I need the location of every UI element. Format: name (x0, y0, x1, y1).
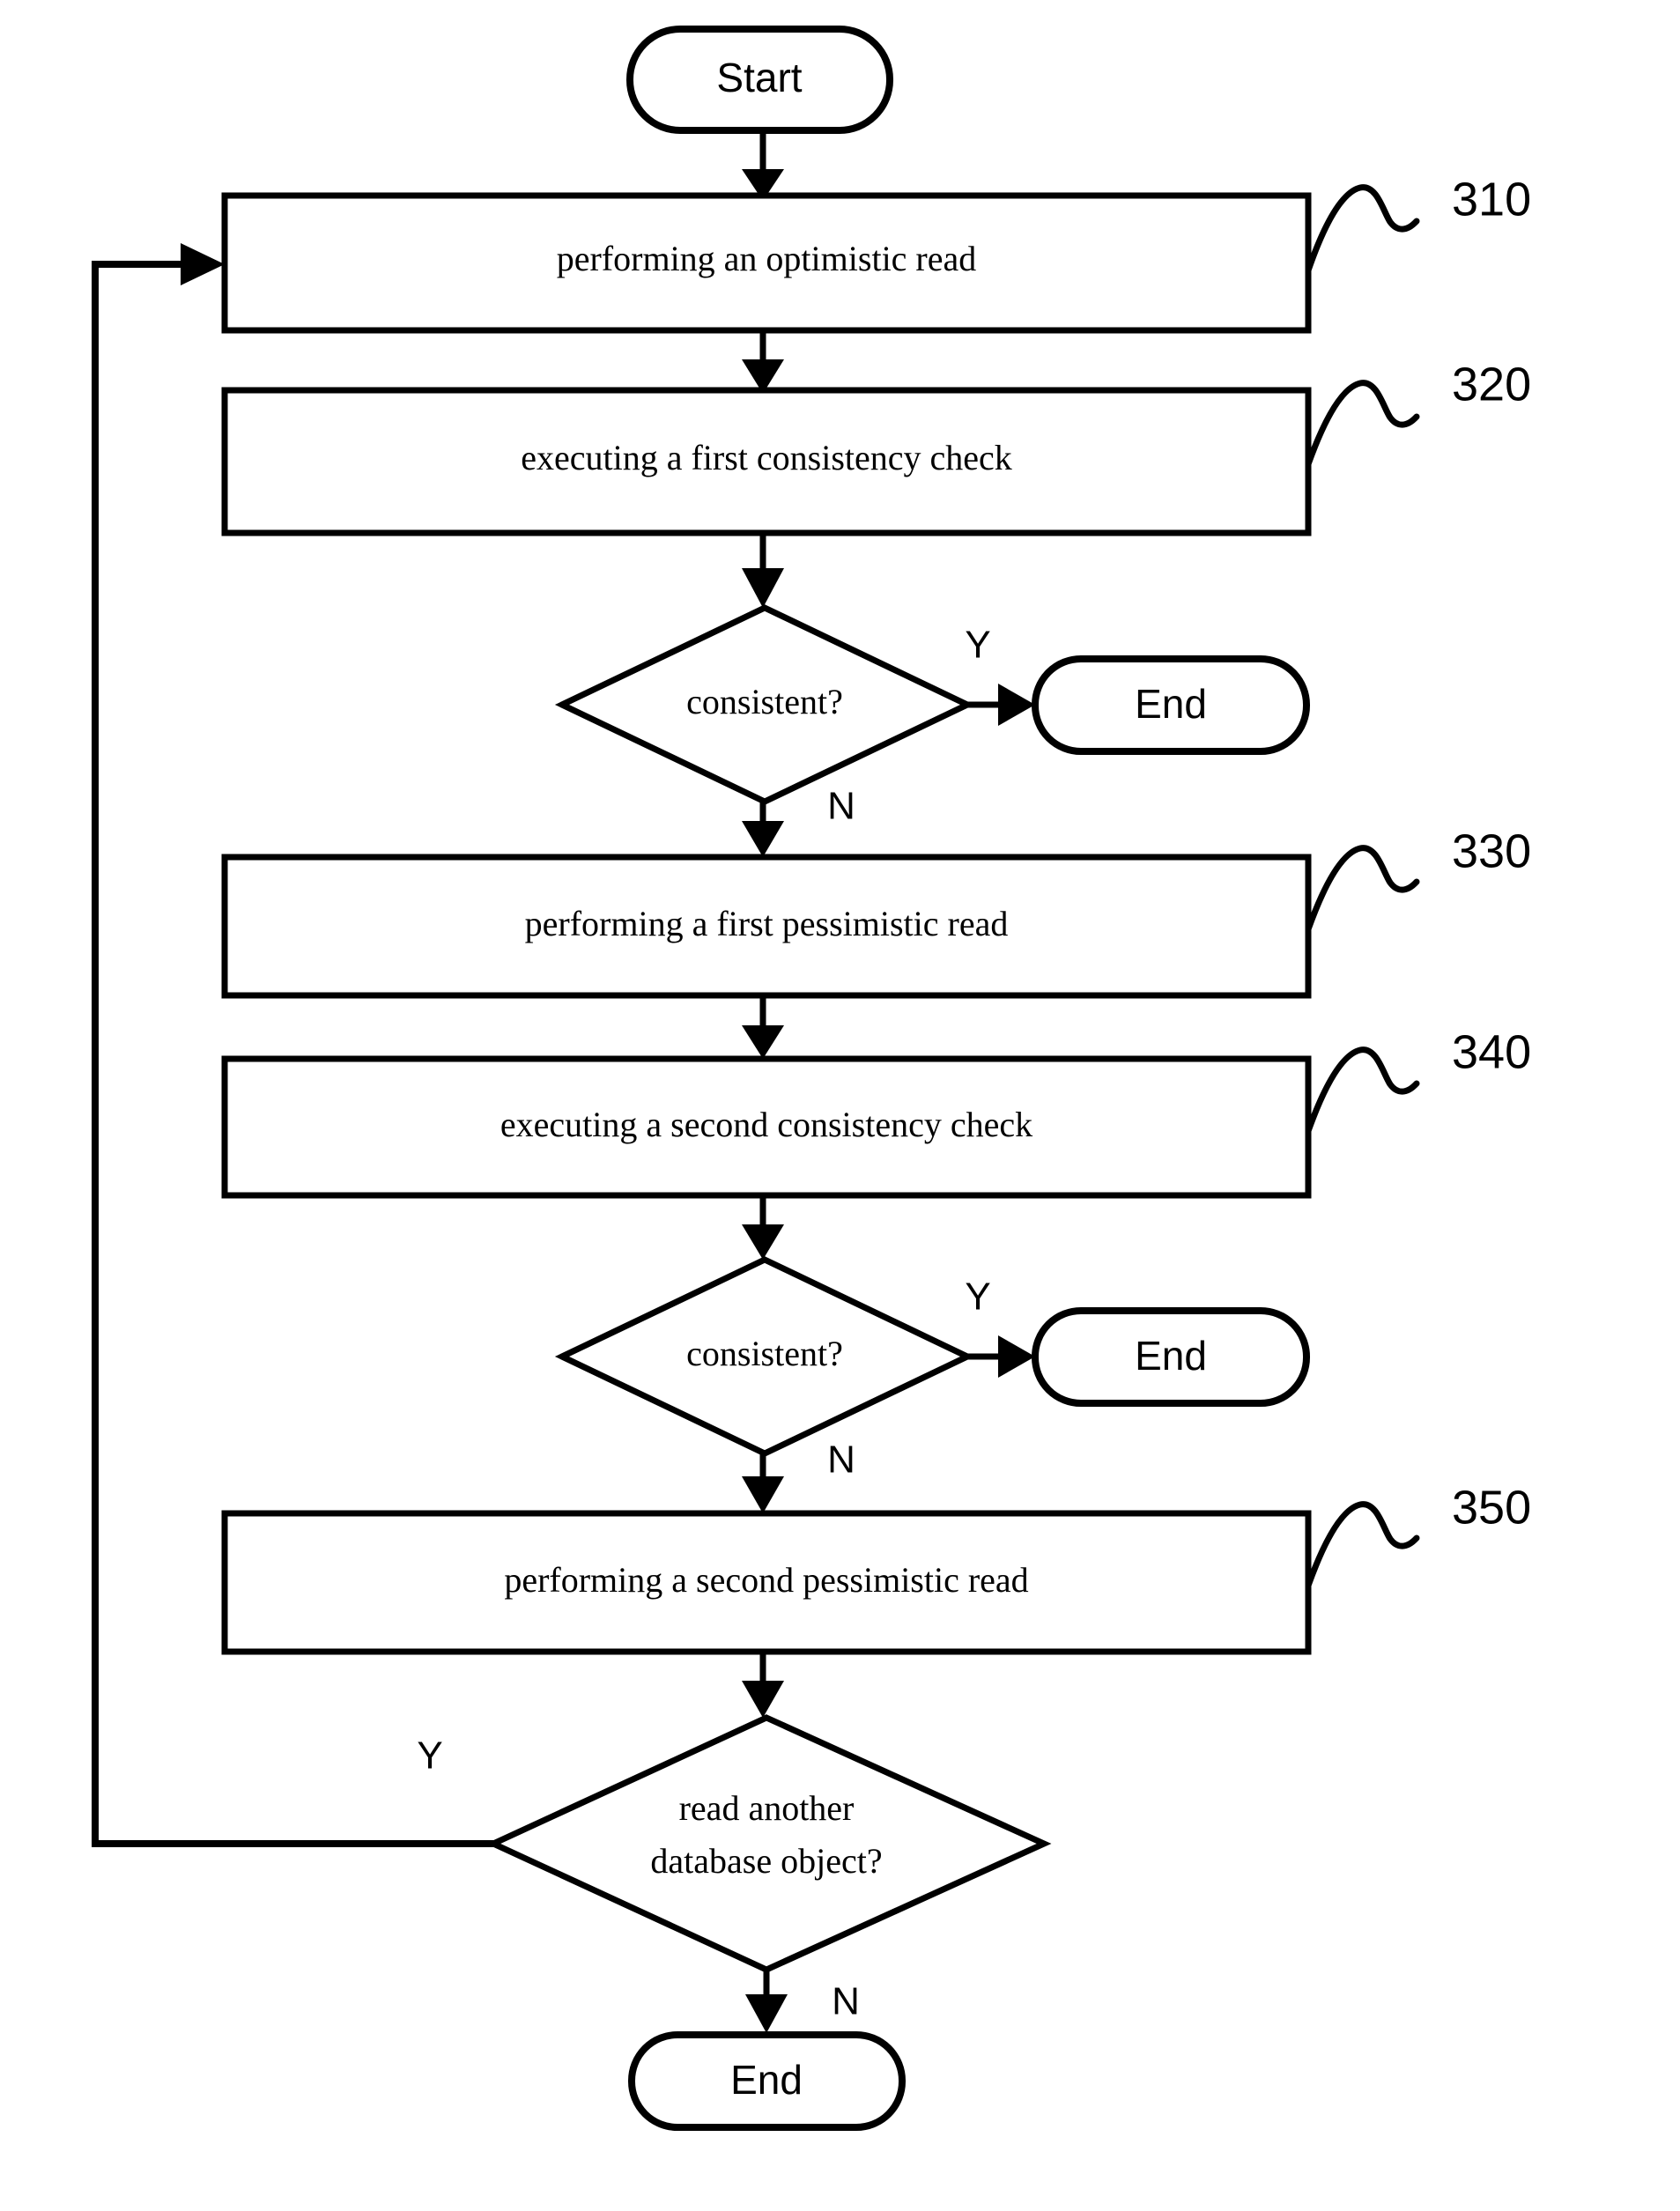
leader-squiggle-icon (1305, 845, 1420, 933)
node-step340: executing a second consistency check (221, 1055, 1312, 1199)
leader-squiggle-icon (1305, 184, 1420, 274)
decision2-label: consistent? (686, 1334, 843, 1373)
ref-callout-330: 330 (1305, 825, 1531, 933)
node-decision1: consistent? (554, 604, 975, 805)
start-label: Start (716, 55, 802, 100)
ref-callout-350: 350 (1305, 1481, 1531, 1589)
connector-330-to-340 (742, 995, 784, 1059)
node-step320: executing a first consistency check (221, 387, 1312, 536)
step350-label: performing a second pessimistic read (504, 1560, 1028, 1600)
flowchart-figure: Start performing an optimistic read 310 … (0, 0, 1680, 2211)
step310-label: performing an optimistic read (557, 239, 977, 278)
arrow-head-icon (745, 1994, 788, 2033)
arrow-head-icon (181, 243, 225, 285)
arrow-head-icon (998, 1335, 1035, 1378)
ref-numeral-330: 330 (1452, 825, 1531, 877)
ref-numeral-340: 340 (1452, 1025, 1531, 1078)
node-decision2: consistent? (554, 1256, 975, 1457)
arrow-head-icon (742, 1476, 784, 1513)
arrow-head-icon (742, 568, 784, 608)
branch-label-d3-yes: Y (417, 1734, 442, 1778)
node-step330: performing a first pessimistic read (221, 854, 1312, 999)
leader-squiggle-icon (1305, 1501, 1420, 1589)
connector-decision1-yes: Y (965, 624, 1035, 726)
end1-label: End (1135, 681, 1207, 727)
branch-label-d2-yes: Y (965, 1276, 990, 1319)
flowchart-canvas: Start performing an optimistic read 310 … (92, 26, 1531, 2131)
step340-label: executing a second consistency check (500, 1105, 1032, 1144)
connector-decision3-no: N (745, 1970, 860, 2033)
arrow-head-icon (742, 1025, 784, 1059)
leader-squiggle-icon (1305, 380, 1420, 468)
arrow-head-icon (998, 684, 1035, 726)
node-end2: End (1032, 1307, 1310, 1407)
connector-310-to-320 (742, 330, 784, 394)
decision3-label-line1: read another (679, 1788, 855, 1828)
connector-start-to-310 (742, 130, 784, 201)
branch-label-d3-no: N (832, 1980, 860, 2023)
step320-label: executing a first consistency check (521, 438, 1012, 477)
ref-callout-340: 340 (1305, 1025, 1531, 1135)
connector-decision2-yes: Y (965, 1276, 1035, 1378)
node-end3: End (628, 2031, 906, 2131)
connector-320-to-decision1 (742, 533, 784, 608)
end2-label: End (1135, 1333, 1207, 1379)
branch-label-d2-no: N (827, 1438, 855, 1482)
arrow-head-icon (742, 1681, 784, 1718)
ref-callout-320: 320 (1305, 358, 1531, 468)
branch-label-d1-no: N (827, 785, 855, 828)
connector-340-to-decision2 (742, 1195, 784, 1260)
step330-label: performing a first pessimistic read (525, 904, 1009, 943)
ref-numeral-350: 350 (1452, 1481, 1531, 1534)
ref-numeral-320: 320 (1452, 358, 1531, 410)
connector-350-to-decision3 (742, 1652, 784, 1718)
node-decision3: read another database object? (485, 1714, 1052, 1973)
node-end1: End (1032, 655, 1310, 755)
arrow-head-icon (742, 1224, 784, 1260)
leader-squiggle-icon (1305, 1046, 1420, 1135)
node-start: Start (626, 26, 893, 134)
node-step310: performing an optimistic read (221, 192, 1312, 334)
node-step350: performing a second pessimistic read (221, 1510, 1312, 1655)
decision1-label: consistent? (686, 682, 843, 721)
ref-numeral-310: 310 (1452, 173, 1531, 226)
decision3-label-line2: database object? (650, 1841, 882, 1881)
arrow-head-icon (742, 821, 784, 857)
end3-label: End (730, 2057, 803, 2103)
branch-label-d1-yes: Y (965, 624, 990, 667)
ref-callout-310: 310 (1305, 173, 1531, 274)
